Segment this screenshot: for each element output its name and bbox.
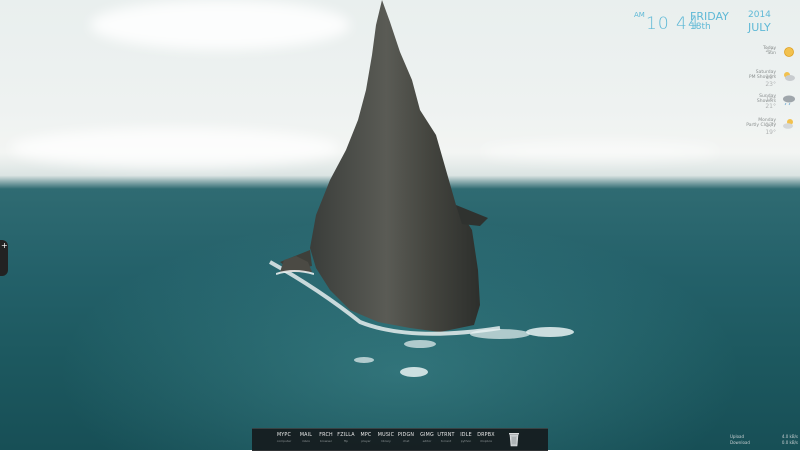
dock-item-label: FZILLA — [337, 433, 355, 438]
dock-item-gimg[interactable]: GIMG editor — [417, 433, 437, 443]
small-rock — [276, 256, 314, 275]
dock-item-sub: browser — [319, 439, 332, 443]
clock-date: 18th — [690, 22, 711, 32]
dock-item-sub: ftp — [343, 439, 349, 443]
dock-item-sub: library — [381, 439, 391, 443]
weather-row: Sunday Showers 18° 21° — [722, 92, 800, 116]
sun-icon — [784, 47, 794, 57]
cloud-sun-icon — [784, 72, 795, 81]
clock-widget: AM 10 44 FRIDAY 18th 2014 JULY — [634, 8, 798, 38]
weather-temps: 19° 23° — [765, 74, 776, 88]
dock-item-frch[interactable]: FRCH browser — [316, 433, 336, 443]
dock-item-label: UTRNT — [437, 433, 455, 438]
sidebar-handle[interactable]: + — [0, 240, 8, 276]
dock-item-label: MYPC — [276, 433, 292, 438]
dock-item-sub: chat — [402, 439, 410, 443]
desktop-wallpaper — [0, 0, 800, 450]
dock-item-label: MUSIC — [377, 433, 395, 438]
partly-cloudy-icon — [783, 119, 793, 129]
dock-item-sub: editor — [422, 439, 432, 443]
plus-icon: + — [1, 241, 8, 250]
dock-item-mail[interactable]: MAIL inbox — [296, 433, 316, 443]
dock-item-sub: player — [361, 439, 371, 443]
weather-temps: 22° — [765, 47, 776, 54]
dock-item-mypc[interactable]: MYPC computer — [274, 433, 294, 443]
dock-item-fzilla[interactable]: FZILLA ftp — [336, 433, 356, 443]
rock-pinnacle — [269, 0, 501, 336]
dock-item-mpc[interactable]: MPC player — [356, 433, 376, 443]
dock-item-sub: dropbox — [479, 439, 493, 443]
dock-item-pidgn[interactable]: PIDGN chat — [396, 433, 416, 443]
network-meter: Upload 4.0 kB/s Download 0.0 kB/s — [730, 434, 798, 448]
download-label: Download — [730, 440, 750, 445]
weather-row: Today Sun 22° — [722, 44, 800, 68]
dock-item-music[interactable]: MUSIC library — [376, 433, 396, 443]
upload-label: Upload — [730, 434, 745, 439]
dock-item-sub: inbox — [301, 439, 311, 443]
clock-ampm: AM — [634, 11, 645, 19]
dock-item-label: DRPBX — [477, 433, 495, 438]
weather-temps: 18° 21° — [765, 96, 776, 110]
dock-item-label: MAIL — [299, 433, 313, 438]
dock-item-idle[interactable]: IDLE python — [456, 433, 476, 443]
clock-month: JULY — [748, 21, 771, 34]
dock-item-label: GIMG — [420, 433, 434, 438]
surf-foam — [354, 327, 574, 377]
dock-bar: MYPC computer MAIL inbox FRCH browser FZ… — [252, 428, 548, 451]
weather-widget: Today Sun 22° Saturday PM Showers 19° 23° S… — [722, 44, 800, 144]
recycle-bin-icon[interactable] — [508, 432, 520, 447]
weather-temps: 17° 19° — [765, 122, 776, 136]
dock-item-label: FRCH — [319, 433, 333, 438]
weather-row: Monday Partly Cloudy 17° 19° — [722, 116, 800, 140]
weather-row: Saturday PM Showers 19° 23° — [722, 68, 800, 92]
dock-item-drpbx[interactable]: DRPBX dropbox — [476, 433, 496, 443]
upload-value: 4.0 kB/s — [781, 434, 798, 439]
cloud-horizon-right — [480, 140, 720, 162]
dock-item-utrnt[interactable]: UTRNT torrent — [436, 433, 456, 443]
dock-item-sub: torrent — [440, 439, 452, 443]
dock-item-sub: computer — [276, 439, 292, 443]
rain-cloud-icon — [783, 95, 795, 106]
dock-item-label: IDLE — [460, 433, 472, 438]
clock-year: 2014 — [748, 10, 771, 20]
download-value: 0.0 kB/s — [781, 440, 798, 445]
dock-item-label: PIDGN — [397, 433, 415, 438]
dock-item-label: MPC — [360, 433, 372, 438]
dock-item-sub: python — [460, 439, 472, 443]
